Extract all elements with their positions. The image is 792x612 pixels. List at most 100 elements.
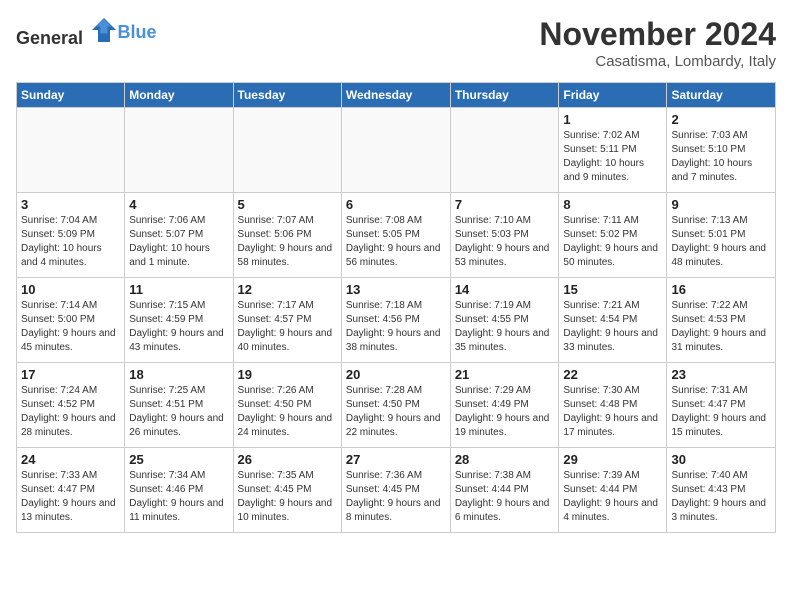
day-info: Sunrise: 7:02 AM Sunset: 5:11 PM Dayligh… <box>563 129 662 185</box>
title-block: November 2024 Casatisma, Lombardy, Italy <box>539 16 776 70</box>
week-row-2: 3 Sunrise: 7:04 AM Sunset: 5:09 PM Daylig… <box>17 193 776 278</box>
page-header: General Blue November 2024 Casatisma, Lo… <box>16 16 776 70</box>
calendar-cell <box>17 108 125 193</box>
week-row-4: 17Sunrise: 7:24 AM Sunset: 4:52 PM Dayli… <box>17 363 776 448</box>
calendar-cell: 6 Sunrise: 7:08 AM Sunset: 5:05 PM Daylig… <box>341 193 450 278</box>
weekday-header-row: SundayMondayTuesdayWednesdayThursdayFrid… <box>17 83 776 108</box>
weekday-header-monday: Monday <box>125 83 233 108</box>
calendar-cell: 12Sunrise: 7:17 AM Sunset: 4:57 PM Dayli… <box>233 278 341 363</box>
day-info: Sunrise: 7:36 AM Sunset: 4:45 PM Dayligh… <box>346 469 446 525</box>
day-info: Sunrise: 7:29 AM Sunset: 4:49 PM Dayligh… <box>455 384 555 440</box>
calendar-cell: 19 Sunrise: 7:26 AM Sunset: 4:50 PM Dayli… <box>233 363 341 448</box>
calendar-cell: 18 Sunrise: 7:25 AM Sunset: 4:51 PM Dayli… <box>125 363 233 448</box>
day-number: 15 <box>563 282 662 297</box>
calendar-cell: 7 Sunrise: 7:10 AM Sunset: 5:03 PM Daylig… <box>450 193 559 278</box>
day-number: 16 <box>671 282 771 297</box>
day-info: Sunrise: 7:35 AM Sunset: 4:45 PM Dayligh… <box>238 469 337 525</box>
calendar-cell <box>341 108 450 193</box>
day-info: Sunrise: 7:13 AM Sunset: 5:01 PM Dayligh… <box>671 214 771 270</box>
day-number: 8 <box>563 197 662 212</box>
day-info: Sunrise: 7:10 AM Sunset: 5:03 PM Dayligh… <box>455 214 555 270</box>
calendar-cell: 25Sunrise: 7:34 AM Sunset: 4:46 PM Dayli… <box>125 448 233 533</box>
day-info: Sunrise: 7:24 AM Sunset: 4:52 PM Dayligh… <box>21 384 120 440</box>
calendar-cell: 22 Sunrise: 7:30 AM Sunset: 4:48 PM Dayli… <box>559 363 667 448</box>
day-number: 13 <box>346 282 446 297</box>
calendar-cell: 21 Sunrise: 7:29 AM Sunset: 4:49 PM Dayli… <box>450 363 559 448</box>
day-number: 21 <box>455 367 555 382</box>
day-number: 7 <box>455 197 555 212</box>
calendar-body: 1 Sunrise: 7:02 AM Sunset: 5:11 PM Daylig… <box>17 108 776 533</box>
calendar-cell: 13Sunrise: 7:18 AM Sunset: 4:56 PM Dayli… <box>341 278 450 363</box>
week-row-3: 10 Sunrise: 7:14 AM Sunset: 5:00 PM Dayli… <box>17 278 776 363</box>
calendar-cell: 3 Sunrise: 7:04 AM Sunset: 5:09 PM Daylig… <box>17 193 125 278</box>
day-number: 2 <box>671 112 771 127</box>
calendar-cell: 1 Sunrise: 7:02 AM Sunset: 5:11 PM Daylig… <box>559 108 667 193</box>
day-number: 24 <box>21 452 120 467</box>
calendar-cell: 8Sunrise: 7:11 AM Sunset: 5:02 PM Daylig… <box>559 193 667 278</box>
calendar-cell: 20 Sunrise: 7:28 AM Sunset: 4:50 PM Dayli… <box>341 363 450 448</box>
day-number: 30 <box>671 452 771 467</box>
day-info: Sunrise: 7:31 AM Sunset: 4:47 PM Dayligh… <box>671 384 771 440</box>
day-info: Sunrise: 7:15 AM Sunset: 4:59 PM Dayligh… <box>129 299 228 355</box>
calendar-header: SundayMondayTuesdayWednesdayThursdayFrid… <box>17 83 776 108</box>
day-info: Sunrise: 7:14 AM Sunset: 5:00 PM Dayligh… <box>21 299 120 355</box>
day-number: 10 <box>21 282 120 297</box>
day-number: 28 <box>455 452 555 467</box>
calendar-cell: 30 Sunrise: 7:40 AM Sunset: 4:43 PM Dayli… <box>667 448 776 533</box>
day-number: 9 <box>671 197 771 212</box>
calendar-cell: 29Sunrise: 7:39 AM Sunset: 4:44 PM Dayli… <box>559 448 667 533</box>
calendar-cell: 27 Sunrise: 7:36 AM Sunset: 4:45 PM Dayli… <box>341 448 450 533</box>
weekday-header-tuesday: Tuesday <box>233 83 341 108</box>
logo-icon <box>90 16 118 44</box>
week-row-5: 24Sunrise: 7:33 AM Sunset: 4:47 PM Dayli… <box>17 448 776 533</box>
calendar-table: SundayMondayTuesdayWednesdayThursdayFrid… <box>16 82 776 533</box>
day-info: Sunrise: 7:21 AM Sunset: 4:54 PM Dayligh… <box>563 299 662 355</box>
calendar-cell: 17Sunrise: 7:24 AM Sunset: 4:52 PM Dayli… <box>17 363 125 448</box>
day-number: 19 <box>238 367 337 382</box>
day-number: 22 <box>563 367 662 382</box>
day-number: 25 <box>129 452 228 467</box>
day-number: 11 <box>129 282 228 297</box>
day-number: 12 <box>238 282 337 297</box>
logo: General Blue <box>16 16 157 49</box>
day-number: 27 <box>346 452 446 467</box>
day-number: 6 <box>346 197 446 212</box>
day-info: Sunrise: 7:08 AM Sunset: 5:05 PM Dayligh… <box>346 214 446 270</box>
week-row-1: 1 Sunrise: 7:02 AM Sunset: 5:11 PM Daylig… <box>17 108 776 193</box>
day-info: Sunrise: 7:30 AM Sunset: 4:48 PM Dayligh… <box>563 384 662 440</box>
day-info: Sunrise: 7:28 AM Sunset: 4:50 PM Dayligh… <box>346 384 446 440</box>
day-number: 3 <box>21 197 120 212</box>
day-number: 20 <box>346 367 446 382</box>
logo-general: General <box>16 28 83 48</box>
day-info: Sunrise: 7:38 AM Sunset: 4:44 PM Dayligh… <box>455 469 555 525</box>
day-info: Sunrise: 7:22 AM Sunset: 4:53 PM Dayligh… <box>671 299 771 355</box>
day-info: Sunrise: 7:04 AM Sunset: 5:09 PM Dayligh… <box>21 214 120 270</box>
day-info: Sunrise: 7:25 AM Sunset: 4:51 PM Dayligh… <box>129 384 228 440</box>
day-number: 14 <box>455 282 555 297</box>
calendar-cell: 4Sunrise: 7:06 AM Sunset: 5:07 PM Daylig… <box>125 193 233 278</box>
day-info: Sunrise: 7:40 AM Sunset: 4:43 PM Dayligh… <box>671 469 771 525</box>
day-number: 23 <box>671 367 771 382</box>
day-number: 4 <box>129 197 228 212</box>
day-number: 26 <box>238 452 337 467</box>
calendar-cell: 26 Sunrise: 7:35 AM Sunset: 4:45 PM Dayli… <box>233 448 341 533</box>
day-number: 1 <box>563 112 662 127</box>
day-number: 29 <box>563 452 662 467</box>
logo-blue: Blue <box>118 22 157 42</box>
calendar-cell: 11 Sunrise: 7:15 AM Sunset: 4:59 PM Dayli… <box>125 278 233 363</box>
month-year-title: November 2024 <box>539 16 776 53</box>
weekday-header-thursday: Thursday <box>450 83 559 108</box>
day-number: 18 <box>129 367 228 382</box>
calendar-cell: 24Sunrise: 7:33 AM Sunset: 4:47 PM Dayli… <box>17 448 125 533</box>
calendar-cell: 5Sunrise: 7:07 AM Sunset: 5:06 PM Daylig… <box>233 193 341 278</box>
calendar-cell: 15 Sunrise: 7:21 AM Sunset: 4:54 PM Dayli… <box>559 278 667 363</box>
calendar-cell: 14Sunrise: 7:19 AM Sunset: 4:55 PM Dayli… <box>450 278 559 363</box>
calendar-cell <box>233 108 341 193</box>
day-info: Sunrise: 7:07 AM Sunset: 5:06 PM Dayligh… <box>238 214 337 270</box>
weekday-header-wednesday: Wednesday <box>341 83 450 108</box>
weekday-header-sunday: Sunday <box>17 83 125 108</box>
day-info: Sunrise: 7:26 AM Sunset: 4:50 PM Dayligh… <box>238 384 337 440</box>
weekday-header-friday: Friday <box>559 83 667 108</box>
calendar-cell: 28 Sunrise: 7:38 AM Sunset: 4:44 PM Dayli… <box>450 448 559 533</box>
calendar-cell <box>125 108 233 193</box>
